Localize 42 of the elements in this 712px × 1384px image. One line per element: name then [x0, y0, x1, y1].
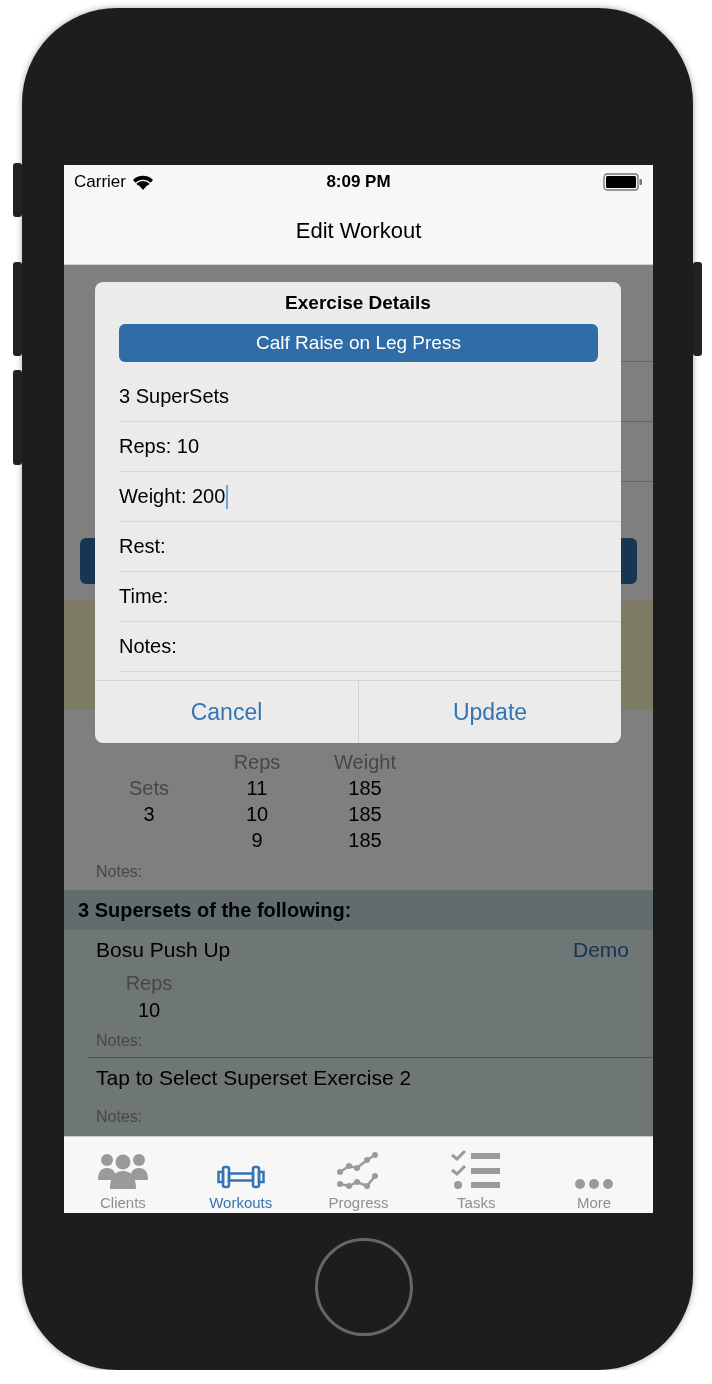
more-icon: [574, 1178, 615, 1190]
table-cell: 185: [348, 776, 382, 800]
exercise-button[interactable]: Calf Raise on Leg Press: [119, 324, 598, 362]
notes-label: Notes:: [96, 863, 143, 881]
people-icon: [96, 1152, 149, 1190]
demo-link[interactable]: Demo: [572, 938, 629, 962]
table-cell: 10: [137, 999, 161, 1022]
update-button[interactable]: Update: [358, 681, 621, 743]
tab-item[interactable]: Clients: [64, 1137, 182, 1213]
exercise-name[interactable]: Tap to Select Superset Exercise 2: [96, 1066, 412, 1090]
wifi-icon: [131, 173, 154, 190]
table-cell: 3: [143, 802, 155, 826]
exercise-name[interactable]: Bosu Push Up: [96, 938, 231, 962]
battery-icon: [603, 172, 643, 191]
column-header: Weight: [334, 750, 396, 774]
tab-item[interactable]: Workouts: [181, 1137, 300, 1213]
tab-item[interactable]: Progress: [299, 1137, 418, 1213]
column-header: Sets: [129, 776, 169, 800]
clock-time: 8:09 PM: [326, 171, 391, 192]
input-field[interactable]: 3 SuperSets: [119, 372, 621, 422]
dumbbell-icon: [216, 1164, 265, 1190]
screen-title: Edit Workout: [295, 218, 422, 244]
tab-item[interactable]: More: [535, 1137, 653, 1213]
cancel-button[interactable]: Cancel: [95, 681, 358, 743]
table-cell: 11: [246, 776, 268, 800]
checklist-icon: [451, 1150, 502, 1190]
home-button[interactable]: [315, 1238, 413, 1336]
dialog-title: Exercise Details: [285, 292, 431, 314]
input-field[interactable]: Weight: 200: [119, 472, 621, 522]
line-chart-icon: [337, 1152, 380, 1190]
input-field[interactable]: Time:: [119, 572, 621, 622]
table-cell: 10: [245, 802, 269, 826]
input-field[interactable]: Notes:: [119, 622, 621, 672]
section-header: 3 Supersets of the following:: [78, 898, 352, 922]
tab-item[interactable]: Tasks: [417, 1137, 536, 1213]
input-field[interactable]: Rest:: [119, 522, 621, 572]
table-cell: 185: [348, 828, 382, 852]
table-cell: 9: [251, 828, 263, 852]
table-cell: 185: [348, 802, 382, 826]
column-header: Reps: [233, 750, 281, 774]
carrier-label: Carrier: [74, 171, 126, 192]
input-field[interactable]: Reps: 10: [119, 422, 621, 472]
